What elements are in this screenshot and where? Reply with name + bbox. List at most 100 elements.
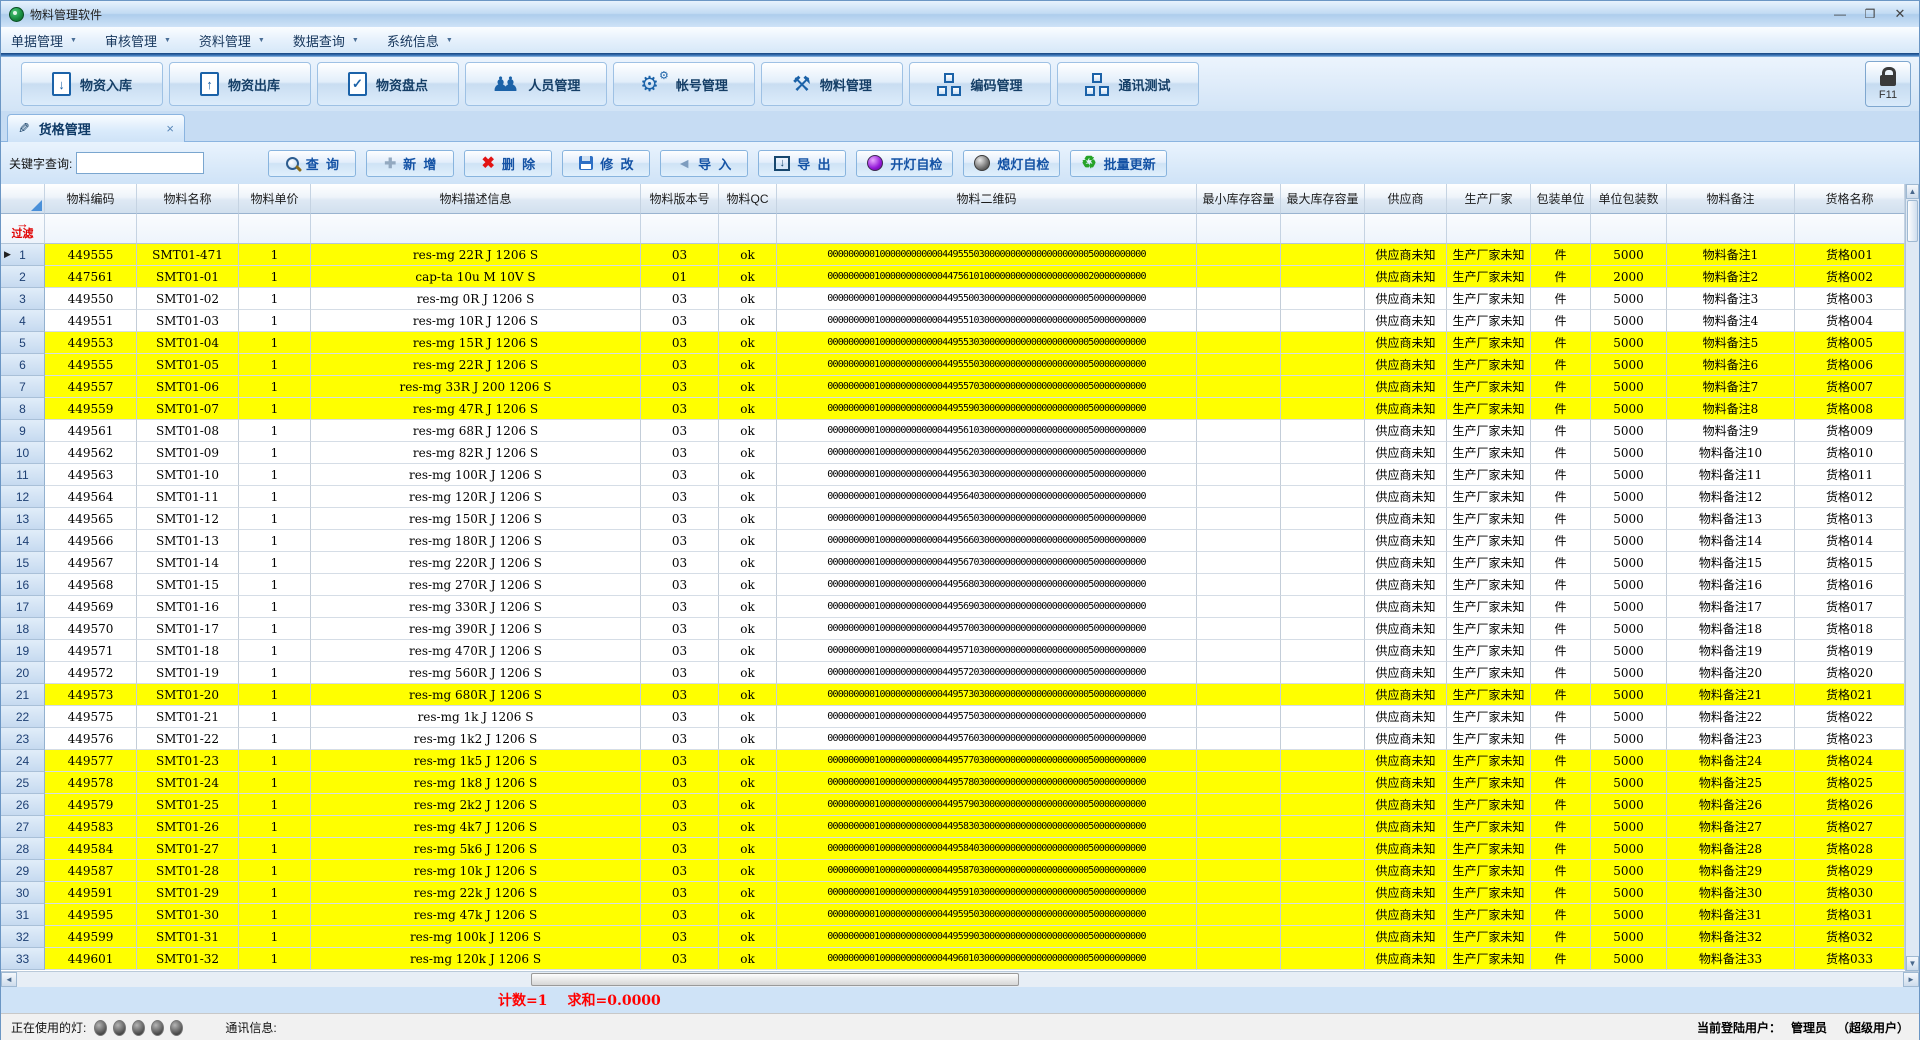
cell-units-per-package[interactable]: 2000: [1591, 266, 1667, 288]
cell-qc[interactable]: ok: [719, 552, 777, 574]
material-mgmt-button[interactable]: ⚒物料管理: [761, 62, 903, 106]
cell-material-code[interactable]: 449584: [45, 838, 137, 860]
filter-cell-material-note[interactable]: [1667, 214, 1795, 244]
cell-material-name[interactable]: SMT01-05: [137, 354, 239, 376]
cell-manufacturer[interactable]: 生产厂家未知: [1447, 904, 1531, 926]
cell-package-unit[interactable]: 件: [1531, 706, 1591, 728]
cell-version[interactable]: 01: [641, 266, 719, 288]
cell-qc[interactable]: ok: [719, 288, 777, 310]
cell-description[interactable]: res-mg 120R J 1206 S: [311, 486, 641, 508]
horizontal-scroll-thumb[interactable]: [531, 973, 1019, 986]
cell-version[interactable]: 03: [641, 420, 719, 442]
cell-min-capacity[interactable]: [1197, 266, 1281, 288]
cell-material-note[interactable]: 物料备注29: [1667, 860, 1795, 882]
cell-manufacturer[interactable]: 生产厂家未知: [1447, 310, 1531, 332]
cell-qr-code[interactable]: 0000000001000000000000449555030000000000…: [777, 354, 1197, 376]
cell-version[interactable]: 03: [641, 728, 719, 750]
cell-shelf-name[interactable]: 货格033: [1795, 948, 1905, 970]
cell-units-per-package[interactable]: 5000: [1591, 486, 1667, 508]
column-header-material-name[interactable]: 物料名称: [137, 184, 239, 214]
cell-material-note[interactable]: 物料备注27: [1667, 816, 1795, 838]
cell-material-note[interactable]: 物料备注6: [1667, 354, 1795, 376]
cell-qr-code[interactable]: 0000000001000000000000449557030000000000…: [777, 376, 1197, 398]
cell-material-note[interactable]: 物料备注7: [1667, 376, 1795, 398]
cell-qr-code[interactable]: 0000000001000000000000449567030000000000…: [777, 552, 1197, 574]
cell-material-note[interactable]: 物料备注30: [1667, 882, 1795, 904]
table-row[interactable]: 13449565SMT01-121res-mg 150R J 1206 S03o…: [1, 508, 1919, 530]
cell-max-capacity[interactable]: [1281, 728, 1365, 750]
cell-qc[interactable]: ok: [719, 926, 777, 948]
cell-max-capacity[interactable]: [1281, 706, 1365, 728]
cell-material-name[interactable]: SMT01-20: [137, 684, 239, 706]
cell-unit-price[interactable]: 1: [239, 508, 311, 530]
cell-unit-price[interactable]: 1: [239, 706, 311, 728]
cell-shelf-name[interactable]: 货格025: [1795, 772, 1905, 794]
add-button[interactable]: ✚新 增: [366, 150, 454, 177]
cell-manufacturer[interactable]: 生产厂家未知: [1447, 574, 1531, 596]
cell-units-per-package[interactable]: 5000: [1591, 332, 1667, 354]
cell-units-per-package[interactable]: 5000: [1591, 926, 1667, 948]
cell-min-capacity[interactable]: [1197, 728, 1281, 750]
cell-manufacturer[interactable]: 生产厂家未知: [1447, 596, 1531, 618]
cell-unit-price[interactable]: 1: [239, 596, 311, 618]
table-row[interactable]: 8449559SMT01-071res-mg 47R J 1206 S03ok0…: [1, 398, 1919, 420]
cell-description[interactable]: res-mg 22R J 1206 S: [311, 244, 641, 266]
cell-units-per-package[interactable]: 5000: [1591, 904, 1667, 926]
cell-version[interactable]: 03: [641, 574, 719, 596]
cell-material-name[interactable]: SMT01-11: [137, 486, 239, 508]
cell-qr-code[interactable]: 0000000001000000000000449570030000000000…: [777, 618, 1197, 640]
maximize-button[interactable]: ❒: [1855, 4, 1885, 24]
cell-version[interactable]: 03: [641, 508, 719, 530]
cell-package-unit[interactable]: 件: [1531, 948, 1591, 970]
cell-units-per-package[interactable]: 5000: [1591, 574, 1667, 596]
cell-version[interactable]: 03: [641, 486, 719, 508]
cell-max-capacity[interactable]: [1281, 486, 1365, 508]
row-number-cell[interactable]: 4: [1, 310, 45, 332]
cell-shelf-name[interactable]: 货格007: [1795, 376, 1905, 398]
vertical-scroll-thumb[interactable]: [1907, 200, 1918, 242]
cell-shelf-name[interactable]: 货格001: [1795, 244, 1905, 266]
cell-min-capacity[interactable]: [1197, 618, 1281, 640]
cell-material-code[interactable]: 449599: [45, 926, 137, 948]
cell-material-name[interactable]: SMT01-16: [137, 596, 239, 618]
account-mgmt-button[interactable]: ⚙帐号管理: [613, 62, 755, 106]
column-header-max-capacity[interactable]: 最大库存容量: [1281, 184, 1365, 214]
cell-max-capacity[interactable]: [1281, 816, 1365, 838]
table-row[interactable]: 23449576SMT01-221res-mg 1k2 J 1206 S03ok…: [1, 728, 1919, 750]
cell-material-name[interactable]: SMT01-14: [137, 552, 239, 574]
filter-cell-supplier[interactable]: [1365, 214, 1447, 244]
cell-qc[interactable]: ok: [719, 596, 777, 618]
cell-units-per-package[interactable]: 5000: [1591, 508, 1667, 530]
cell-qr-code[interactable]: 0000000001000000000000449577030000000000…: [777, 750, 1197, 772]
cell-units-per-package[interactable]: 5000: [1591, 552, 1667, 574]
cell-description[interactable]: res-mg 5k6 J 1206 S: [311, 838, 641, 860]
table-row[interactable]: 25449578SMT01-241res-mg 1k8 J 1206 S03ok…: [1, 772, 1919, 794]
cell-material-code[interactable]: 449595: [45, 904, 137, 926]
cell-supplier[interactable]: 供应商未知: [1365, 640, 1447, 662]
cell-units-per-package[interactable]: 5000: [1591, 684, 1667, 706]
cell-material-code[interactable]: 449564: [45, 486, 137, 508]
cell-supplier[interactable]: 供应商未知: [1365, 662, 1447, 684]
cell-qc[interactable]: ok: [719, 662, 777, 684]
tab-close-icon[interactable]: ×: [166, 121, 174, 136]
cell-material-code[interactable]: 449568: [45, 574, 137, 596]
table-row[interactable]: 12449564SMT01-111res-mg 120R J 1206 S03o…: [1, 486, 1919, 508]
cell-manufacturer[interactable]: 生产厂家未知: [1447, 816, 1531, 838]
cell-shelf-name[interactable]: 货格010: [1795, 442, 1905, 464]
cell-supplier[interactable]: 供应商未知: [1365, 684, 1447, 706]
cell-shelf-name[interactable]: 货格006: [1795, 354, 1905, 376]
scroll-left-icon[interactable]: ◄: [1, 972, 17, 987]
column-header-material-code[interactable]: 物料编码: [45, 184, 137, 214]
cell-supplier[interactable]: 供应商未知: [1365, 618, 1447, 640]
cell-units-per-package[interactable]: 5000: [1591, 706, 1667, 728]
cell-description[interactable]: res-mg 680R J 1206 S: [311, 684, 641, 706]
cell-material-note[interactable]: 物料备注12: [1667, 486, 1795, 508]
cell-material-note[interactable]: 物料备注17: [1667, 596, 1795, 618]
keyword-search-input[interactable]: [76, 152, 204, 174]
cell-package-unit[interactable]: 件: [1531, 816, 1591, 838]
cell-supplier[interactable]: 供应商未知: [1365, 486, 1447, 508]
cell-material-note[interactable]: 物料备注11: [1667, 464, 1795, 486]
cell-material-note[interactable]: 物料备注19: [1667, 640, 1795, 662]
row-number-cell[interactable]: 14: [1, 530, 45, 552]
cell-material-code[interactable]: 449567: [45, 552, 137, 574]
